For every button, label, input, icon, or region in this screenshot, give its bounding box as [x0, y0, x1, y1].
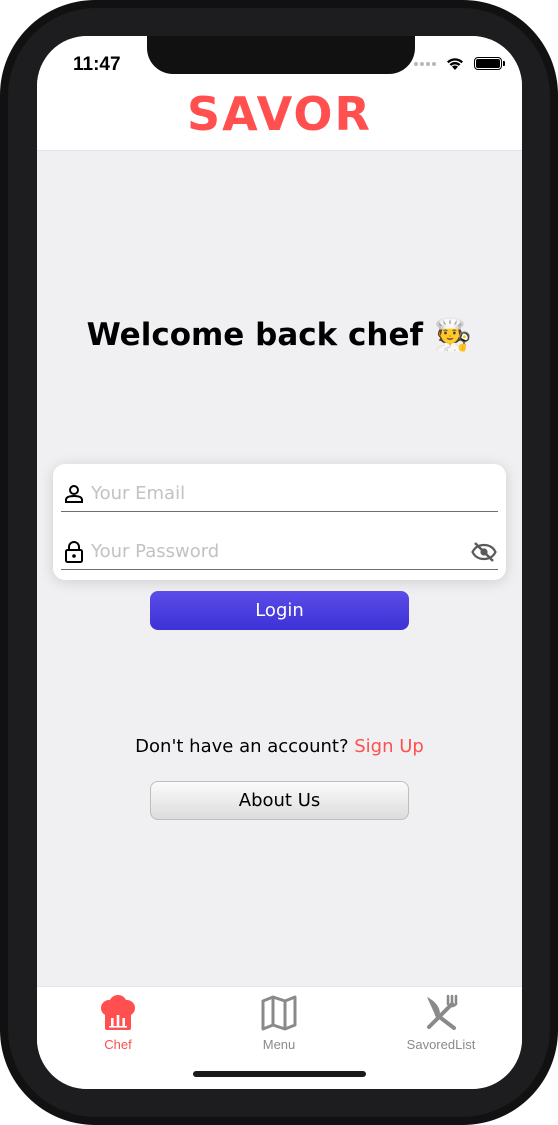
- home-indicator[interactable]: [193, 1071, 366, 1077]
- welcome-text: Welcome back chef: [86, 317, 423, 353]
- status-time: 11:47: [73, 54, 121, 75]
- tab-savoredlist[interactable]: SavoredList: [360, 989, 522, 1055]
- eye-off-icon[interactable]: [470, 538, 498, 566]
- tab-menu[interactable]: Menu: [198, 989, 360, 1055]
- password-input[interactable]: [91, 536, 470, 567]
- user-icon: [61, 481, 87, 507]
- notch: [147, 36, 415, 74]
- tab-menu-label: Menu: [262, 1037, 296, 1052]
- chef-emoji-icon: 🧑‍🍳: [433, 317, 473, 353]
- login-button[interactable]: Login: [150, 591, 409, 630]
- tab-chef-label: Chef: [104, 1037, 132, 1052]
- battery-icon: [474, 57, 505, 70]
- lock-icon: [61, 539, 87, 565]
- signal-icon: [414, 61, 436, 66]
- email-input[interactable]: [91, 478, 498, 509]
- welcome-heading: Welcome back chef 🧑‍🍳: [37, 316, 522, 353]
- tab-chef[interactable]: Chef: [37, 989, 199, 1055]
- signup-prompt: Don't have an account?: [135, 736, 349, 757]
- wifi-icon: [447, 58, 463, 70]
- status-icons: [414, 56, 505, 71]
- email-field: [61, 476, 498, 512]
- login-card: [53, 464, 506, 580]
- password-field: [61, 534, 498, 570]
- screen: 11:47 SAVOR Welcome back chef 🧑‍🍳: [37, 36, 522, 1089]
- app-title: SAVOR: [187, 87, 372, 141]
- signup-link[interactable]: Sign Up: [354, 736, 424, 757]
- utensils-crossed-icon: [421, 991, 461, 1035]
- tab-savoredlist-label: SavoredList: [406, 1037, 476, 1052]
- signup-line: Don't have an account? Sign Up: [37, 736, 522, 757]
- about-us-button[interactable]: About Us: [150, 781, 409, 820]
- app-header: SAVOR: [37, 86, 522, 151]
- chef-hat-icon: [98, 991, 138, 1035]
- map-icon: [260, 991, 298, 1035]
